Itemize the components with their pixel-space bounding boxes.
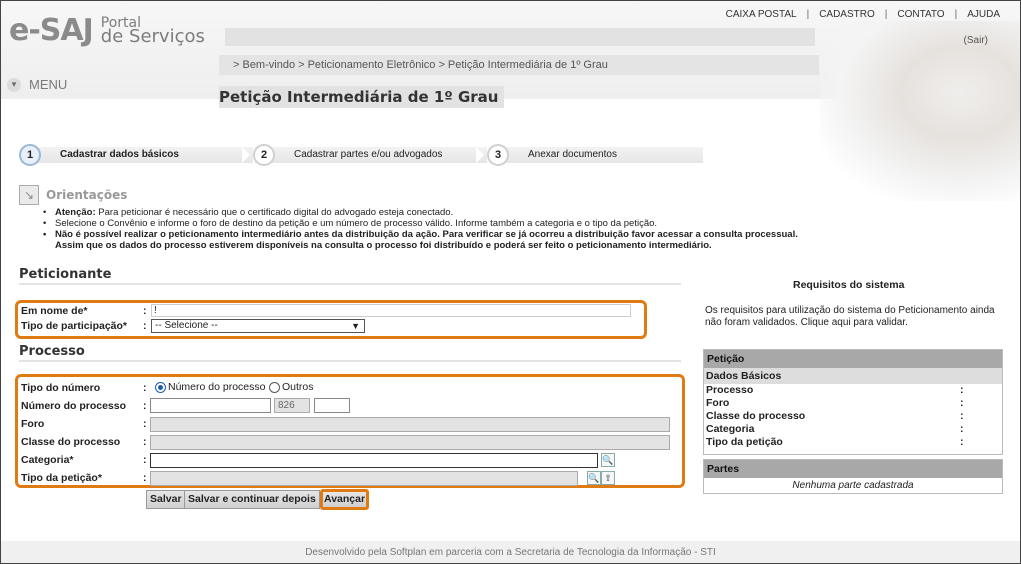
arrow-down-right-icon: ↘	[19, 185, 39, 205]
logo-main-text: e-SAJ	[9, 13, 94, 48]
radio-outros[interactable]: Outros	[269, 381, 314, 393]
navbar-stripe	[225, 28, 815, 46]
step-2-label: Cadastrar partes e/ou advogados	[294, 149, 443, 160]
step-3-number: 3	[487, 144, 509, 166]
advance-button[interactable]: Avançar	[320, 489, 370, 510]
step-2-number: 2	[253, 144, 275, 166]
nav-ajuda[interactable]: AJUDA	[957, 9, 1010, 20]
classe-processo-field	[150, 435, 670, 450]
step-arrow	[476, 147, 484, 163]
summary-row: Tipo da petição:	[706, 436, 964, 448]
classe-processo-label: Classe do processo	[21, 436, 121, 448]
orientacoes-title: Orientações	[46, 188, 128, 202]
chevron-down-icon: ▾	[7, 77, 21, 92]
partes-summary: Partes Nenhuma parte cadastrada	[703, 459, 1003, 494]
nav-cadastro[interactable]: CADASTRO	[809, 9, 885, 20]
list-item: Selecione o Convênio e informe o foro de…	[41, 218, 921, 229]
dados-basicos-head: Dados Básicos	[704, 368, 1002, 384]
step-arrow	[242, 147, 250, 163]
orientacoes-header[interactable]: ↘ Orientações	[19, 185, 127, 205]
peticionante-title: Peticionante	[19, 267, 112, 282]
tipo-participacao-select[interactable]: -- Selecione -- ▼	[151, 319, 365, 333]
list-item: Não é possível realizar o peticionamento…	[41, 229, 921, 240]
stepper: 1 Cadastrar dados básicos 2 Cadastrar pa…	[17, 144, 703, 166]
gavel-image	[820, 21, 1020, 201]
summary-row: Foro:	[706, 397, 964, 409]
numero-processo-input[interactable]	[150, 398, 271, 413]
esaj-logo[interactable]: e-SAJ Portal de Serviços	[9, 13, 205, 48]
tipo-numero-label: Tipo do número	[21, 382, 101, 394]
categoria-input[interactable]	[150, 453, 598, 468]
summary-row: Processo:	[706, 384, 964, 396]
step-1-label: Cadastrar dados básicos	[60, 149, 179, 160]
logo-subtitle: Portal de Serviços	[100, 15, 205, 47]
page-title: Petição Intermediária de 1º Grau	[219, 86, 505, 108]
step-3-label: Anexar documentos	[528, 149, 617, 160]
peticao-summary: Petição Dados Básicos Processo: Foro: Cl…	[703, 349, 1003, 455]
logout-link[interactable]: (Sair)	[964, 35, 988, 46]
summary-row: Categoria:	[706, 423, 964, 435]
orientacoes-list: Atenção: Para peticionar é necessário qu…	[41, 207, 921, 251]
step-1-number: 1	[19, 144, 41, 166]
header: e-SAJ Portal de Serviços CAIXA POSTAL | …	[1, 1, 1020, 201]
footer: Desenvolvido pela Softplan em parceria c…	[1, 541, 1020, 563]
tipo-peticao-field	[150, 471, 578, 486]
top-nav: CAIXA POSTAL | CADASTRO | CONTATO | AJUD…	[716, 9, 1010, 20]
requisitos-link[interactable]: Os requisitos para utilização do sistema…	[705, 305, 1005, 329]
menu-label: MENU	[29, 77, 68, 92]
foro-field	[150, 417, 670, 432]
search-icon[interactable]: 🔍	[601, 453, 615, 467]
divider	[19, 360, 681, 362]
list-item: Assim que os dados do processo estiverem…	[55, 240, 712, 251]
foro-label: Foro	[21, 418, 45, 430]
tipo-peticao-label: Tipo da petição*	[21, 472, 102, 484]
save-button[interactable]: Salvar	[146, 490, 186, 509]
tipo-participacao-label: Tipo de participação*	[21, 320, 127, 332]
processo-title: Processo	[19, 344, 85, 359]
list-item: Atenção: Para peticionar é necessário qu…	[41, 207, 921, 218]
radio-empty-icon	[269, 381, 280, 393]
requisitos-title: Requisitos do sistema	[793, 279, 905, 291]
chevron-down-icon: ▼	[351, 321, 360, 331]
search-icon[interactable]: 🔍	[587, 471, 601, 485]
em-nome-de-field[interactable]: !	[151, 304, 631, 317]
em-nome-de-label: Em nome de*	[21, 305, 88, 317]
numero-processo-label: Número do processo	[21, 400, 127, 412]
categoria-label: Categoria*	[21, 454, 74, 466]
numero-processo-tr-field: 826	[274, 398, 310, 413]
partes-empty-text: Nenhuma parte cadastrada	[792, 480, 914, 491]
nav-caixa-postal[interactable]: CAIXA POSTAL	[716, 9, 807, 20]
select-value: -- Selecione --	[155, 320, 218, 331]
breadcrumb: > Bem-vindo > Peticionamento Eletrônico …	[219, 55, 819, 75]
upload-icon[interactable]: ⇧	[601, 471, 615, 485]
radio-selected-icon	[155, 381, 166, 393]
save-continue-button[interactable]: Salvar e continuar depois	[184, 490, 320, 509]
peticao-head: Petição	[704, 350, 1002, 368]
divider	[19, 283, 681, 285]
numero-processo-foro-input[interactable]	[314, 398, 350, 413]
summary-row: Classe do processo:	[706, 410, 964, 422]
partes-head: Partes	[704, 460, 1002, 478]
menu-toggle[interactable]: ▾ MENU	[7, 77, 67, 92]
nav-contato[interactable]: CONTATO	[887, 9, 954, 20]
radio-numero-processo[interactable]: Número do processo	[155, 381, 265, 393]
